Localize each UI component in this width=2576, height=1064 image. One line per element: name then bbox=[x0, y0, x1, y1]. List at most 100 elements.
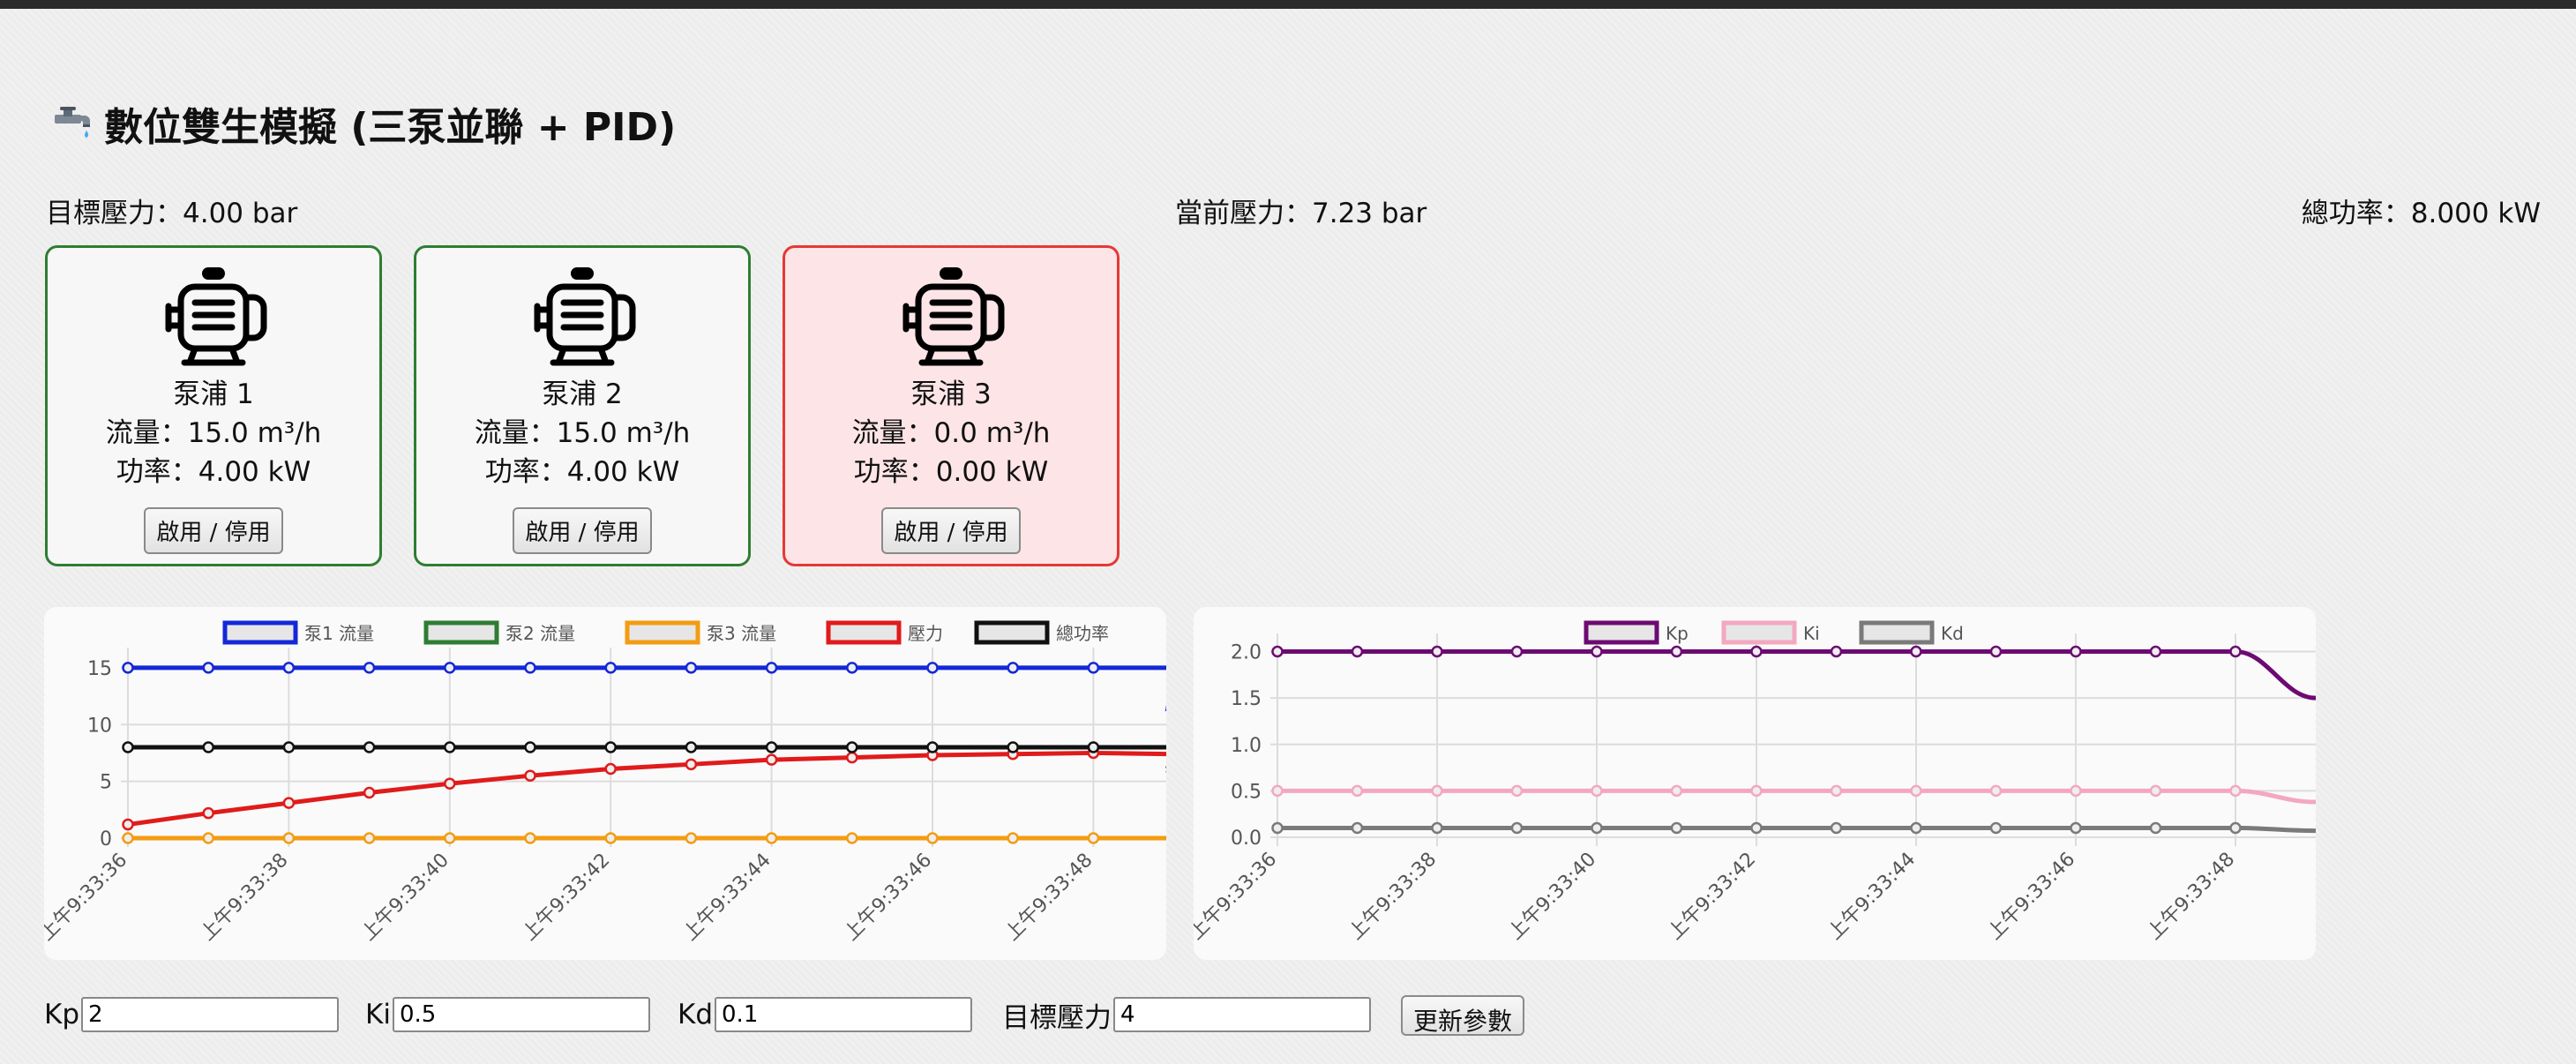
data-point bbox=[1007, 662, 1019, 674]
pump-toggle-button[interactable]: 啟用 / 停用 bbox=[513, 507, 652, 554]
update-params-button[interactable]: 更新參數 bbox=[1401, 995, 1525, 1036]
data-point bbox=[1431, 821, 1443, 835]
pump-name: 泵浦 2 bbox=[542, 378, 623, 410]
x-tick-label: 上午9:33:36 bbox=[1194, 849, 1281, 945]
data-point bbox=[524, 662, 536, 674]
legend-swatch bbox=[222, 620, 298, 645]
data-point bbox=[282, 741, 296, 753]
data-point bbox=[1351, 645, 1364, 658]
data-point bbox=[1989, 784, 2003, 798]
page-title-text: 數位雙生模擬 (三泵並聯 + PID) bbox=[104, 105, 677, 150]
data-point bbox=[765, 832, 778, 844]
legend-item-2[interactable]: 泵2 流量 bbox=[423, 620, 575, 645]
legend-label: 總功率 bbox=[1056, 623, 1109, 644]
data-point bbox=[1591, 821, 1603, 835]
data-point bbox=[524, 832, 536, 844]
data-point bbox=[202, 806, 214, 820]
kd-input[interactable] bbox=[715, 997, 973, 1032]
legend-item-ki[interactable]: Ki bbox=[1721, 620, 1820, 645]
pump-power: 功率：4.00 kW bbox=[116, 456, 311, 488]
y-tick-label: 1.0 bbox=[1231, 735, 1262, 757]
data-point bbox=[846, 741, 858, 753]
data-point bbox=[1431, 645, 1443, 658]
pump-toggle-button[interactable]: 啟用 / 停用 bbox=[144, 507, 283, 554]
x-tick-label: 上午9:33:48 bbox=[1001, 850, 1097, 946]
data-point bbox=[604, 762, 617, 776]
data-point bbox=[2070, 784, 2082, 798]
legend-swatch bbox=[974, 620, 1050, 645]
legend-item-3[interactable]: 泵3 流量 bbox=[625, 620, 776, 645]
data-point bbox=[524, 741, 536, 753]
legend-label: Ki bbox=[1803, 623, 1820, 644]
total-power-label: 總功率：8.000 kW bbox=[2301, 198, 2541, 229]
kd-control: Kd bbox=[678, 995, 973, 1034]
data-point bbox=[1087, 832, 1100, 844]
series-line-series-4 bbox=[127, 750, 1166, 828]
data-point bbox=[926, 741, 939, 753]
kp-label: Kp bbox=[44, 999, 80, 1030]
data-point bbox=[1750, 784, 1763, 798]
ki-input[interactable] bbox=[392, 997, 650, 1032]
legend-item-kp[interactable]: Kp bbox=[1584, 620, 1689, 645]
data-point bbox=[1271, 645, 1284, 658]
legend-item-kd[interactable]: Kd bbox=[1859, 620, 1964, 645]
page-title: 數位雙生模擬 (三泵並聯 + PID) bbox=[49, 95, 676, 152]
y-tick-label: 5 bbox=[100, 772, 112, 794]
pump-card-2: 泵浦 2 流量：15.0 m³/h 功率：4.00 kW 啟用 / 停用 bbox=[414, 245, 751, 566]
data-point bbox=[1830, 784, 1843, 798]
data-point bbox=[1989, 821, 2003, 835]
y-tick-label: 10 bbox=[87, 715, 112, 737]
data-point bbox=[1750, 645, 1763, 658]
legend-label: 壓力 bbox=[908, 623, 943, 644]
y-tick-label: 1.5 bbox=[1231, 688, 1262, 710]
motor-icon bbox=[165, 267, 267, 366]
data-point bbox=[1670, 821, 1683, 835]
data-point bbox=[202, 741, 214, 753]
motor-icon bbox=[534, 267, 636, 366]
data-point bbox=[2149, 821, 2162, 835]
x-tick-label: 上午9:33:38 bbox=[197, 850, 293, 946]
data-point bbox=[1750, 821, 1763, 835]
data-point bbox=[282, 832, 296, 844]
current-pressure-label: 當前壓力：7.23 bar bbox=[1175, 198, 1427, 229]
legend-swatch bbox=[625, 620, 700, 645]
data-point bbox=[604, 832, 617, 844]
pump-name: 泵浦 1 bbox=[173, 378, 254, 410]
target-pressure-input-label: 目標壓力 bbox=[1002, 1001, 1112, 1034]
data-point bbox=[685, 662, 698, 674]
data-point bbox=[1830, 821, 1843, 835]
data-point bbox=[1351, 784, 1364, 798]
target-pressure-input[interactable] bbox=[1113, 997, 1371, 1032]
y-tick-label: 0 bbox=[100, 828, 112, 850]
x-tick-label: 上午9:33:40 bbox=[1504, 849, 1600, 945]
pump-card-3: 泵浦 3 流量：0.0 m³/h 功率：0.00 kW 啟用 / 停用 bbox=[783, 245, 1120, 566]
data-point bbox=[1271, 821, 1284, 835]
data-point bbox=[2070, 645, 2082, 658]
data-point bbox=[846, 751, 858, 764]
data-point bbox=[1591, 784, 1603, 798]
legend-item-1[interactable]: 泵1 流量 bbox=[222, 620, 374, 645]
kd-label: Kd bbox=[678, 999, 714, 1030]
legend-label: Kd bbox=[1941, 623, 1964, 644]
legend-item-series-4[interactable]: 壓力 bbox=[826, 620, 943, 645]
data-point bbox=[1510, 784, 1524, 798]
data-point bbox=[444, 832, 456, 844]
data-point bbox=[2070, 821, 2082, 835]
legend-item-series-5[interactable]: 總功率 bbox=[974, 620, 1109, 645]
pid-chart: 0.0 0.5 1.0 1.5 2.0 上午9:33:36 上午9:33:38 上午9:33:… bbox=[1194, 607, 2316, 960]
legend-label: Kp bbox=[1666, 623, 1689, 644]
pump-toggle-button[interactable]: 啟用 / 停用 bbox=[881, 507, 1021, 554]
kp-control: Kp bbox=[44, 995, 340, 1034]
data-point bbox=[765, 741, 778, 753]
x-tick-label: 上午9:33:38 bbox=[1344, 849, 1441, 945]
legend-swatch bbox=[826, 620, 902, 645]
data-point bbox=[444, 662, 456, 674]
data-point bbox=[282, 662, 296, 674]
data-point bbox=[524, 769, 536, 782]
data-point bbox=[765, 753, 778, 766]
data-point bbox=[363, 741, 376, 753]
kp-input[interactable] bbox=[81, 997, 340, 1032]
y-tick-label: 0.5 bbox=[1231, 781, 1262, 803]
legend-swatch bbox=[1859, 620, 1935, 645]
data-point bbox=[926, 662, 939, 674]
